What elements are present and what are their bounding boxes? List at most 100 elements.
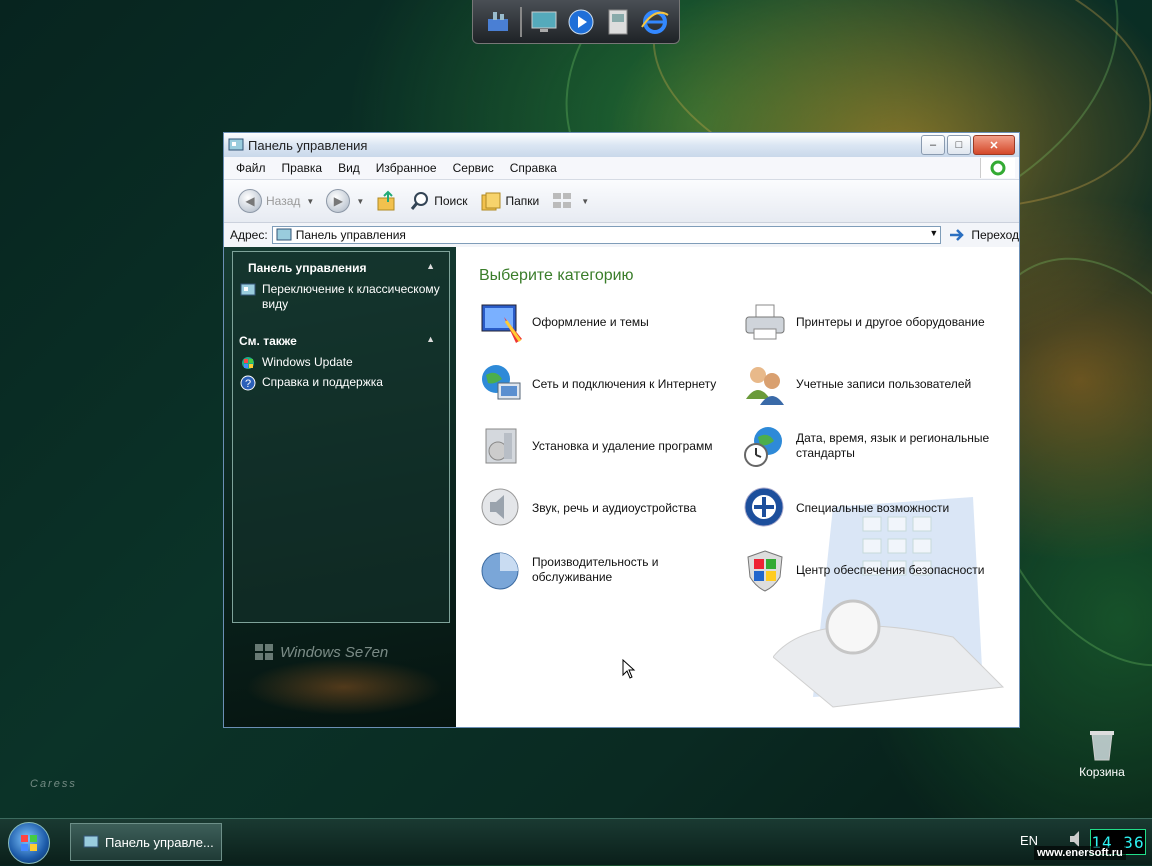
address-field[interactable]: Панель управления ▼ bbox=[271, 226, 942, 244]
collapse-icon[interactable]: ▲ bbox=[426, 261, 435, 271]
control-panel-section-header[interactable]: Панель управления ▲ bbox=[233, 252, 449, 280]
site-watermark: www.enersoft.ru bbox=[1034, 846, 1126, 860]
category-network[interactable]: Сеть и подключения к Интернету bbox=[478, 361, 728, 407]
internet-explorer-icon[interactable] bbox=[640, 7, 670, 37]
category-label: Учетные записи пользователей bbox=[796, 376, 972, 391]
mouse-cursor-icon bbox=[622, 659, 636, 679]
task-pane: Панель управления ▲ Переключение к класс… bbox=[224, 247, 456, 727]
go-button[interactable]: Переход bbox=[949, 228, 1019, 242]
chevron-down-icon: ▼ bbox=[356, 196, 365, 206]
see-also-section-header[interactable]: См. также ▲ bbox=[233, 314, 449, 353]
toolbar: ◀ Назад ▼ ▶ ▼ Поиск Папки ▼ bbox=[224, 180, 1019, 223]
programs-box-icon bbox=[478, 423, 524, 469]
section-title: См. также bbox=[239, 334, 297, 348]
up-folder-button[interactable] bbox=[372, 188, 402, 214]
chevron-down-icon: ▼ bbox=[306, 196, 315, 206]
views-button[interactable]: ▼ bbox=[547, 189, 593, 213]
desktop-monitor-icon[interactable] bbox=[529, 7, 559, 37]
address-value: Панель управления bbox=[295, 228, 406, 242]
category-label: Звук, речь и аудиоустройства bbox=[532, 500, 697, 515]
category-label: Производительность и обслуживание bbox=[532, 555, 659, 584]
quick-launch-dock bbox=[472, 0, 680, 44]
performance-chart-icon bbox=[478, 547, 524, 593]
printer-icon bbox=[742, 299, 788, 345]
taskbar-control-panel-button[interactable]: Панель управле... bbox=[70, 823, 222, 861]
task-box: Панель управления ▲ Переключение к класс… bbox=[232, 251, 450, 623]
accessibility-icon bbox=[742, 485, 788, 531]
link-label: Windows Update bbox=[262, 355, 353, 369]
section-title: Панель управления bbox=[248, 261, 367, 275]
close-button[interactable]: ✕ bbox=[973, 135, 1015, 155]
minimize-button[interactable]: – bbox=[921, 135, 945, 155]
category-accessibility[interactable]: Специальные возможности bbox=[742, 485, 992, 531]
pick-category-heading: Выберите категорию bbox=[479, 267, 634, 284]
maximize-button[interactable]: □ bbox=[947, 135, 971, 155]
category-label: Установка и удаление программ bbox=[532, 438, 713, 453]
address-bar: Адрес: Панель управления ▼ Переход bbox=[224, 223, 1019, 248]
network-tools-icon[interactable] bbox=[483, 7, 513, 37]
category-sound-speech[interactable]: Звук, речь и аудиоустройства bbox=[478, 485, 728, 531]
menu-bar: Файл Правка Вид Избранное Сервис Справка bbox=[224, 157, 1019, 180]
windows-update-link[interactable]: Windows Update bbox=[233, 353, 449, 373]
recycle-bin[interactable]: Корзина bbox=[1074, 728, 1130, 779]
control-panel-icon bbox=[276, 228, 292, 241]
window-content: Панель управления ▲ Переключение к класс… bbox=[224, 247, 1019, 727]
windows-flag-icon bbox=[255, 644, 273, 660]
category-performance-maintenance[interactable]: Производительность и обслуживание bbox=[478, 547, 728, 593]
chevron-down-icon[interactable]: ▼ bbox=[929, 228, 938, 238]
link-label: Справка и поддержка bbox=[262, 375, 383, 389]
start-button[interactable] bbox=[8, 822, 50, 864]
category-add-remove-programs[interactable]: Установка и удаление программ bbox=[478, 423, 728, 469]
back-arrow-icon: ◀ bbox=[238, 189, 262, 213]
window-title: Панель управления bbox=[248, 137, 368, 153]
logo-text: Windows Se7en bbox=[280, 643, 389, 661]
control-panel-icon bbox=[240, 283, 256, 296]
folders-label: Папки bbox=[505, 194, 540, 208]
media-player-icon[interactable] bbox=[566, 7, 596, 37]
menu-view[interactable]: Вид bbox=[330, 161, 368, 175]
speaker-icon bbox=[478, 485, 524, 531]
forward-arrow-icon: ▶ bbox=[326, 189, 351, 213]
category-label: Центр обеспечения безопасности bbox=[796, 562, 985, 577]
category-label: Оформление и темы bbox=[532, 314, 649, 329]
task-label: Панель управле... bbox=[105, 834, 214, 850]
folders-button[interactable]: Папки bbox=[476, 188, 544, 214]
search-button[interactable]: Поиск bbox=[406, 189, 471, 213]
back-button[interactable]: ◀ Назад ▼ bbox=[234, 187, 318, 215]
search-label: Поиск bbox=[434, 194, 468, 208]
menu-tools[interactable]: Сервис bbox=[445, 161, 502, 175]
chevron-down-icon: ▼ bbox=[581, 196, 590, 206]
help-support-link[interactable]: ? Справка и поддержка bbox=[233, 373, 449, 393]
menu-edit[interactable]: Правка bbox=[274, 161, 331, 175]
control-panel-icon bbox=[228, 137, 244, 153]
menu-help[interactable]: Справка bbox=[502, 161, 565, 175]
windows-start-icon bbox=[21, 835, 37, 851]
up-folder-icon bbox=[377, 190, 395, 211]
category-date-time-language[interactable]: Дата, время, язык и региональные стандар… bbox=[742, 423, 992, 469]
category-label: Сеть и подключения к Интернету bbox=[532, 376, 717, 391]
switch-classic-view-link[interactable]: Переключение к классическому виду bbox=[233, 280, 449, 314]
category-printers[interactable]: Принтеры и другое оборудование bbox=[742, 299, 992, 345]
forward-button[interactable]: ▶ ▼ bbox=[322, 187, 368, 215]
menu-file[interactable]: Файл bbox=[228, 161, 274, 175]
wallpaper-signature: Caress bbox=[30, 778, 77, 790]
security-shield-icon bbox=[742, 547, 788, 593]
category-label: Принтеры и другое оборудование bbox=[796, 314, 985, 329]
category-security-center[interactable]: Центр обеспечения безопасности bbox=[742, 547, 992, 593]
control-panel-icon bbox=[83, 835, 99, 848]
go-label: Переход bbox=[971, 228, 1019, 242]
category-user-accounts[interactable]: Учетные записи пользователей bbox=[742, 361, 992, 407]
user-accounts-icon bbox=[742, 361, 788, 407]
category-appearance[interactable]: Оформление и темы bbox=[478, 299, 728, 345]
category-label: Специальные возможности bbox=[796, 500, 950, 515]
document-viewer-icon[interactable] bbox=[603, 7, 633, 37]
link-label: Переключение к классическому виду bbox=[262, 282, 440, 311]
collapse-icon[interactable]: ▲ bbox=[426, 334, 435, 344]
menu-favorites[interactable]: Избранное bbox=[368, 161, 445, 175]
folder-icon bbox=[481, 192, 500, 211]
window-controls: – □ ✕ bbox=[921, 135, 1015, 155]
title-bar[interactable]: Панель управления – □ ✕ bbox=[224, 133, 1019, 157]
network-globe-icon bbox=[478, 361, 524, 407]
dock-separator bbox=[519, 6, 522, 37]
category-pane: Выберите категорию Оформление и темы При… bbox=[456, 247, 1019, 727]
